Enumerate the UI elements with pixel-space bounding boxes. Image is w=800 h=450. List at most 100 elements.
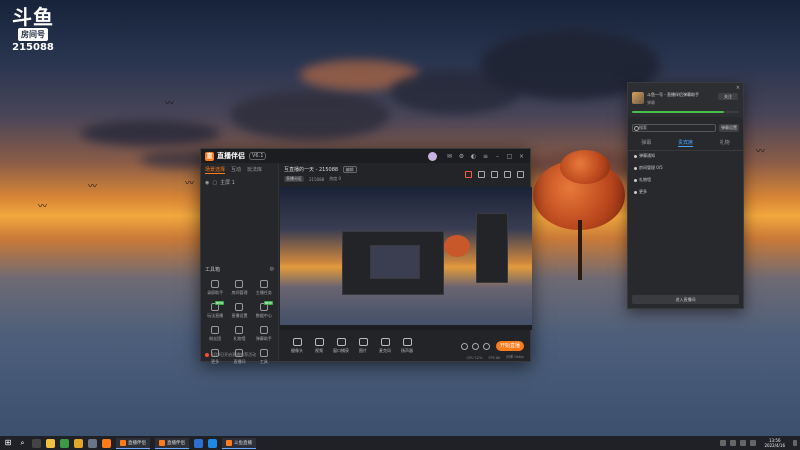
search-icon[interactable]: ⌕ xyxy=(18,439,27,448)
windows-start-icon[interactable]: ⊞ xyxy=(3,438,13,448)
screenshot-icon[interactable] xyxy=(491,171,498,178)
tool-label: 礼物墙 xyxy=(233,336,246,341)
file-explorer-icon[interactable] xyxy=(46,438,55,448)
source-button[interactable]: 视频 xyxy=(308,338,330,354)
task-label: 直播伴侣 xyxy=(128,440,146,446)
minimize-icon[interactable]: – xyxy=(493,152,502,161)
mic-level-icon[interactable] xyxy=(461,342,468,350)
notice-bar[interactable]: 8月9日开启直播推荐活动 xyxy=(205,352,276,358)
volume-icon[interactable] xyxy=(750,440,757,446)
source-button[interactable]: 扬声器 xyxy=(396,338,418,354)
room-viewers: 215088 xyxy=(309,176,325,182)
maximize-icon[interactable]: □ xyxy=(505,152,514,161)
room-info: 互直播的一天 - 215088 编辑 直播分区 215088 热度 0 xyxy=(284,166,357,182)
tab-danmu[interactable]: 弹幕 xyxy=(641,139,651,147)
status-fps: FPS 60 xyxy=(488,355,501,360)
speaker-level-icon[interactable] xyxy=(472,342,479,350)
source-button[interactable]: 图片 xyxy=(352,338,374,354)
share-icon[interactable] xyxy=(517,171,524,178)
tray-icon[interactable] xyxy=(730,440,737,446)
mic-icon xyxy=(380,338,390,346)
tab-interact[interactable]: 互动 xyxy=(231,166,241,174)
room-edit-tag[interactable]: 编辑 xyxy=(342,166,357,173)
bird-icon: 〰 xyxy=(38,202,48,212)
tool-label: 弹幕助手 xyxy=(255,336,272,341)
browser-icon[interactable] xyxy=(208,438,217,448)
taskbar-task[interactable]: 斗鱼直播 xyxy=(222,437,256,449)
record-icon[interactable] xyxy=(465,171,472,178)
list-item[interactable]: 房间管理 0/5 xyxy=(634,165,739,171)
tool-item[interactable]: 直播设置 xyxy=(227,303,251,319)
camera-icon xyxy=(292,338,302,346)
close-icon[interactable]: × xyxy=(736,85,740,91)
network-icon[interactable] xyxy=(740,440,747,446)
tool-item[interactable]: NEW 玩法直播 xyxy=(203,301,227,319)
source-button[interactable]: 麦克风 xyxy=(374,338,396,354)
room-category[interactable]: 直播分区 xyxy=(284,176,304,182)
source-button[interactable]: 摄像头 xyxy=(286,338,308,354)
browser-pin-icon[interactable] xyxy=(74,438,83,448)
settings-icon[interactable] xyxy=(483,342,490,350)
douyu-pin-icon[interactable] xyxy=(102,438,111,448)
taskbar-task[interactable]: 直播伴侣 xyxy=(155,437,189,449)
app-main-area: 互直播的一天 - 215088 编辑 直播分区 215088 热度 0 摄像头视… xyxy=(280,163,532,361)
danmu-list: 弹幕通知 房间管理 0/5 礼物墙 更多 xyxy=(634,153,739,201)
bell-icon[interactable] xyxy=(504,171,511,178)
source-button[interactable]: 窗口捕获 xyxy=(330,338,352,354)
list-item[interactable]: 礼物墙 xyxy=(634,177,739,183)
tool-item[interactable]: 主播任务 xyxy=(252,280,276,296)
clock[interactable]: 13:56 2022/4/16 xyxy=(764,438,785,448)
room-popularity: 热度 0 xyxy=(329,176,342,181)
level-progress-fill xyxy=(632,111,725,113)
live-preview[interactable] xyxy=(280,187,532,330)
room-title[interactable]: 互直播的一天 - 215088 xyxy=(284,167,338,173)
danmu-window: × 斗鱼一号 - 直播伴侣弹幕助手 弹幕 关注 搜索 弹幕设置 弹幕 贵宾席 礼… xyxy=(627,82,744,309)
skin-icon[interactable]: ◐ xyxy=(469,152,478,161)
tool-label: 粉丝团 xyxy=(209,336,222,341)
data-icon: NEW xyxy=(259,301,273,311)
danmu-settings-button[interactable]: 弹幕设置 xyxy=(719,124,739,132)
room-manage-icon xyxy=(235,280,244,288)
tab-scenes[interactable]: 场景选择 xyxy=(205,166,226,174)
tool-item[interactable]: 弹幕助手 xyxy=(252,326,276,342)
list-item[interactable]: 更多 xyxy=(634,189,739,195)
settings-icon[interactable]: ⚙ xyxy=(457,152,466,161)
show-desktop-icon[interactable] xyxy=(793,440,797,446)
tool-item[interactable]: NEW 数据中心 xyxy=(252,301,276,319)
start-live-button[interactable]: 开始直播 xyxy=(496,341,524,351)
status-cpu: CPU 12% xyxy=(466,355,483,360)
tray-icon[interactable] xyxy=(720,440,727,446)
scene-row[interactable]: ◉ ▢ 主屏 1 xyxy=(201,177,278,188)
danmu-icon xyxy=(259,326,268,334)
steam-icon[interactable] xyxy=(88,438,97,448)
message-icon[interactable]: ✉ xyxy=(445,152,454,161)
close-icon[interactable]: × xyxy=(517,152,526,161)
task-app-icon xyxy=(226,439,232,446)
user-avatar[interactable] xyxy=(428,151,437,161)
tool-item[interactable]: 房间管理 xyxy=(227,280,251,296)
tab-gifts[interactable]: 礼物 xyxy=(720,139,730,147)
tab-play-library[interactable]: 玩法库 xyxy=(247,166,262,174)
list-item[interactable]: 弹幕通知 xyxy=(634,153,739,159)
level-progress-bar xyxy=(632,111,739,113)
taskbar-task[interactable]: 直播伴侣 xyxy=(116,437,150,449)
tool-item[interactable]: 录屏助手 xyxy=(203,280,227,296)
follow-button[interactable]: 关注 xyxy=(718,93,738,100)
image-icon xyxy=(358,338,368,346)
task-view-icon[interactable] xyxy=(32,438,41,448)
clock-date: 2022/4/16 xyxy=(764,443,785,448)
edge-icon[interactable] xyxy=(194,438,203,448)
bird-icon: 〰 xyxy=(88,182,98,192)
app-titlebar[interactable]: 直 直播伴侣 V6.1 ✉ ⚙ ◐ ≡ – □ × xyxy=(201,149,530,163)
toolbox-settings-icon[interactable]: ◎ xyxy=(270,266,274,273)
tool-item[interactable]: 礼物墙 xyxy=(227,326,251,342)
menu-icon[interactable]: ≡ xyxy=(481,152,490,161)
tab-vip[interactable]: 贵宾席 xyxy=(677,139,693,147)
lock-icon[interactable] xyxy=(478,171,485,178)
danmu-search-input[interactable]: 搜索 xyxy=(632,124,716,132)
lock-icon[interactable]: ▢ xyxy=(212,180,217,186)
app-pin-icon[interactable] xyxy=(60,438,69,448)
eye-icon[interactable]: ◉ xyxy=(205,180,209,186)
tool-item[interactable]: 粉丝团 xyxy=(203,326,227,342)
enter-room-button[interactable]: 进入直播间 xyxy=(632,295,739,304)
